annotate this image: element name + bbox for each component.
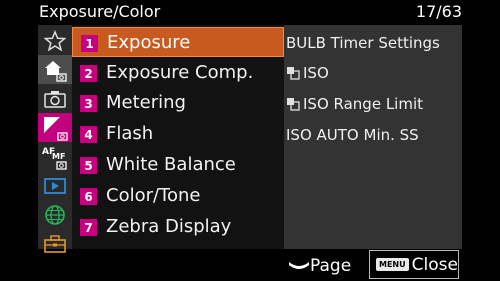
video-photo-icon — [287, 67, 300, 80]
video-photo-icon — [287, 98, 300, 111]
menu-item-number: 2 — [80, 65, 97, 82]
menu-item-label: Flash — [106, 123, 154, 144]
menu-item-exposure-comp[interactable]: 2 Exposure Comp. — [72, 58, 284, 88]
star-icon — [44, 29, 66, 51]
tab-focus[interactable]: AF MF — [38, 142, 72, 171]
svg-text:MF: MF — [52, 152, 65, 161]
menu-item-label: Exposure Comp. — [106, 62, 254, 83]
tab-my-menu[interactable] — [38, 26, 72, 55]
submenu-item-iso: ISO — [286, 58, 329, 88]
tab-network[interactable] — [38, 200, 72, 229]
exposure-color-icon — [44, 116, 68, 141]
menu-item-number: 3 — [80, 95, 97, 112]
menu-item-color-tone[interactable]: 6 Color/Tone — [72, 181, 284, 211]
submenu-preview: BULB Timer Settings ISO ISO Range Limit … — [284, 25, 462, 249]
menu-item-number: 4 — [80, 126, 97, 143]
page-button[interactable]: Page — [288, 254, 351, 278]
close-button[interactable]: MENU Close — [369, 250, 459, 279]
submenu-item-label: ISO Range Limit — [303, 95, 424, 113]
menu-item-number: 5 — [80, 157, 97, 174]
menu-item-number: 7 — [80, 219, 97, 236]
menu-list: 1 Exposure 2 Exposure Comp. 3 Metering 4… — [72, 25, 284, 249]
tab-main[interactable] — [38, 55, 72, 84]
menu-item-metering[interactable]: 3 Metering — [72, 88, 284, 118]
menu-item-label: Exposure — [107, 32, 191, 53]
home-camera-icon — [45, 60, 67, 82]
footer-bar: Page MENU Close — [0, 249, 500, 281]
network-icon — [45, 204, 65, 225]
page-button-label: Page — [310, 256, 352, 276]
menu-item-number: 1 — [81, 35, 98, 52]
submenu-item-iso-auto-min-ss: ISO AUTO Min. SS — [286, 120, 419, 150]
menu-item-exposure[interactable]: 1 Exposure — [72, 27, 284, 57]
header-bar: Exposure/Color 17/63 — [0, 0, 500, 24]
submenu-item-label: ISO — [303, 64, 329, 82]
tab-column: AF MF — [38, 25, 72, 253]
menu-item-number: 6 — [80, 188, 97, 205]
page-title: Exposure/Color — [39, 2, 161, 21]
submenu-item-iso-range-limit: ISO Range Limit — [286, 89, 423, 119]
dial-icon — [289, 262, 309, 269]
menu-item-label: Color/Tone — [106, 185, 201, 206]
submenu-item-label: ISO AUTO Min. SS — [286, 126, 419, 144]
menu-button-icon: MENU — [376, 258, 409, 271]
submenu-item-label: BULB Timer Settings — [286, 34, 440, 52]
tab-exposure-color[interactable] — [38, 113, 72, 142]
submenu-item-bulb-timer: BULB Timer Settings — [286, 28, 440, 58]
menu-item-label: White Balance — [106, 154, 236, 175]
menu-item-white-balance[interactable]: 5 White Balance — [72, 150, 284, 180]
menu-item-zebra-display[interactable]: 7 Zebra Display — [72, 212, 284, 242]
af-mf-icon: AF MF — [42, 147, 67, 170]
page-indicator: 17/63 — [415, 2, 462, 21]
camera-icon — [44, 90, 66, 108]
close-button-label: Close — [411, 254, 458, 275]
tab-playback[interactable] — [38, 171, 72, 200]
menu-item-flash[interactable]: 4 Flash — [72, 119, 284, 149]
menu-item-label: Zebra Display — [106, 216, 232, 237]
playback-icon — [44, 177, 66, 194]
menu-item-label: Metering — [106, 92, 186, 113]
tab-shooting[interactable] — [38, 84, 72, 113]
